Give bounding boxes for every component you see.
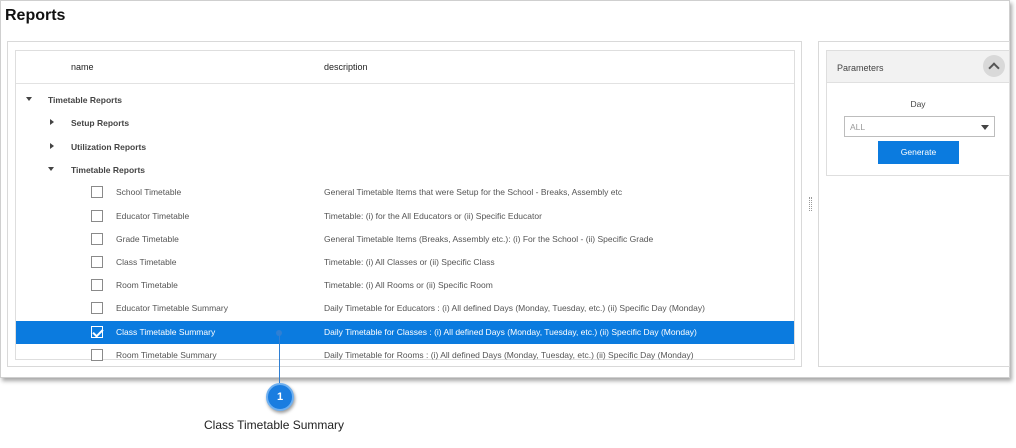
group-label: Utilization Reports [71,142,147,152]
caret-right-icon[interactable] [50,119,54,125]
report-row[interactable]: Educator Timetable Summary Daily Timetab… [16,297,794,320]
grid-header: name description [16,51,794,84]
report-name: Educator Timetable [116,211,190,221]
generate-button[interactable]: Generate [878,141,959,164]
chevron-up-icon[interactable] [983,55,1005,77]
group-label: Timetable Reports [71,165,146,175]
column-header-description[interactable]: description [324,62,368,72]
reports-grid: name description Timetable Reports Setup… [15,50,795,361]
report-name: School Timetable [116,187,182,197]
checkbox-icon[interactable] [91,302,103,314]
checkbox-checked-icon[interactable] [91,326,103,338]
report-description: General Timetable Items that were Setup … [324,187,623,197]
parameters-panel: Parameters Day ALL Generate [818,41,1010,367]
report-name: Educator Timetable Summary [116,303,228,313]
checkbox-icon[interactable] [91,279,103,291]
reports-window: Reports name description Timetable Repor… [0,0,1010,378]
report-description: Timetable: (i) All Rooms or (ii) Specifi… [324,280,493,290]
checkbox-icon[interactable] [91,210,103,222]
day-select-value: ALL [850,122,866,132]
caret-down-icon[interactable] [26,97,32,101]
report-row-selected[interactable]: Class Timetable Summary Daily Timetable … [16,321,794,344]
column-header-name[interactable]: name [71,62,94,72]
report-name: Room Timetable [116,280,178,290]
report-description: Timetable: (i) for the All Educators or … [324,211,542,221]
group-label: Setup Reports [71,118,130,128]
tree-group-setup-reports[interactable]: Setup Reports [16,112,794,135]
report-description: Daily Timetable for Rooms : (i) All defi… [324,350,694,360]
report-row[interactable]: Room Timetable Summary Daily Timetable f… [16,344,794,367]
report-name: Room Timetable Summary [116,350,217,360]
day-label: Day [910,99,926,109]
parameters-header: Parameters [827,51,1009,83]
report-row[interactable]: Educator Timetable Timetable: (i) for th… [16,205,794,228]
report-row[interactable]: Room Timetable Timetable: (i) All Rooms … [16,274,794,297]
report-row[interactable]: Grade Timetable General Timetable Items … [16,228,794,251]
report-description: General Timetable Items (Breaks, Assembl… [324,234,654,244]
checkbox-icon[interactable] [91,349,103,361]
caret-right-icon[interactable] [50,143,54,149]
day-select[interactable]: ALL [844,116,995,137]
report-row[interactable]: Class Timetable Timetable: (i) All Class… [16,251,794,274]
report-row[interactable]: School Timetable General Timetable Items… [16,181,794,204]
tree-group-utilization-reports[interactable]: Utilization Reports [16,136,794,159]
report-name: Class Timetable Summary [116,327,216,337]
callout-line [279,331,280,383]
callout-number-badge: 1 [266,383,294,411]
group-label: Timetable Reports [48,95,123,105]
report-description: Daily Timetable for Classes : (i) All de… [324,327,697,337]
checkbox-icon[interactable] [91,256,103,268]
parameters-title: Parameters [837,63,884,73]
report-name: Class Timetable [116,257,177,267]
tree-group-timetable-subreports[interactable]: Timetable Reports [16,159,794,182]
parameters-box: Parameters Day ALL Generate [826,50,1010,176]
page-title: Reports [5,7,66,24]
grip-icon[interactable] [809,197,812,211]
caret-down-icon[interactable] [48,167,54,171]
reports-panel: name description Timetable Reports Setup… [7,41,802,367]
callout-caption: Class Timetable Summary [204,418,345,432]
checkbox-icon[interactable] [91,233,103,245]
report-name: Grade Timetable [116,234,179,244]
report-description: Timetable: (i) All Classes or (ii) Speci… [324,257,495,267]
checkbox-icon[interactable] [91,186,103,198]
report-description: Daily Timetable for Educators : (i) All … [324,303,705,313]
tree-group-timetable-reports[interactable]: Timetable Reports [16,89,794,112]
chevron-down-icon [981,125,989,130]
